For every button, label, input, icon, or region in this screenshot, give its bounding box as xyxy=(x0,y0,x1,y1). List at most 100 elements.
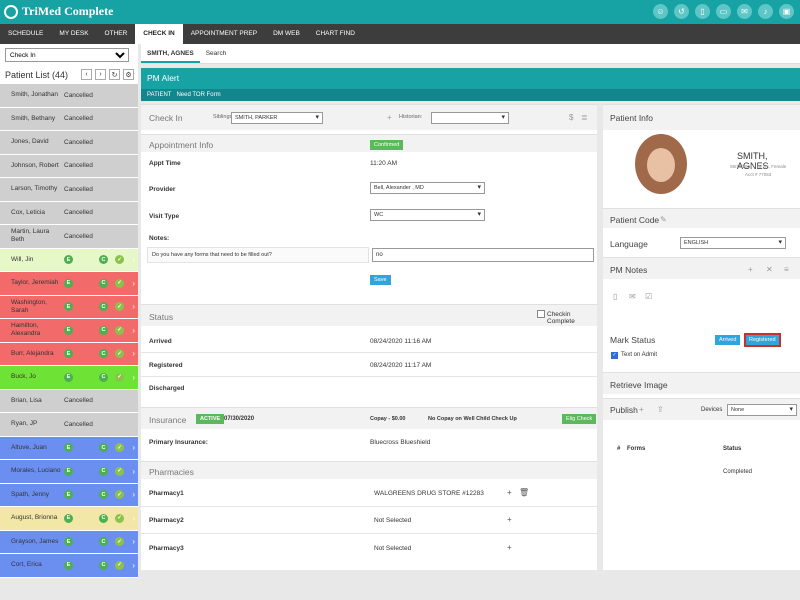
eligibility-badge-icon[interactable]: E xyxy=(64,372,73,382)
copay-badge-icon[interactable]: C xyxy=(99,255,108,265)
historian-select[interactable] xyxy=(431,112,509,124)
chevron-right-icon[interactable]: › xyxy=(132,279,135,288)
chevron-right-icon[interactable]: › xyxy=(132,255,135,264)
patient-row[interactable]: Taylor, Jeremiah E C ✓ › xyxy=(0,272,138,296)
copay-badge-icon[interactable]: C xyxy=(99,537,108,547)
chevron-right-icon[interactable]: › xyxy=(132,561,135,570)
copay-badge-icon[interactable]: C xyxy=(99,372,108,382)
check-badge-icon[interactable]: ✓ xyxy=(115,278,124,288)
delete-icon[interactable]: 🗑 xyxy=(519,488,529,497)
patient-row[interactable]: Burr, Alejandra E C ✓ › xyxy=(0,342,138,366)
next-icon[interactable]: › xyxy=(95,69,106,80)
copay-badge-icon[interactable]: C xyxy=(99,325,108,335)
patient-row[interactable]: Hamilton, Alexandra E C ✓ › xyxy=(0,319,138,343)
visit-type-select[interactable]: WC xyxy=(370,209,485,221)
bell-icon[interactable]: ♪ xyxy=(758,4,773,19)
chevron-right-icon[interactable]: › xyxy=(132,349,135,358)
user-icon[interactable]: ☺ xyxy=(653,4,668,19)
eligibility-badge-icon[interactable]: E xyxy=(64,537,73,547)
settings-icon[interactable]: ⚙ xyxy=(123,69,134,80)
copay-badge-icon[interactable]: C xyxy=(99,560,108,570)
patient-row[interactable]: Johnson, Robert Cancelled xyxy=(0,154,138,178)
check-badge-icon[interactable]: ✓ xyxy=(115,537,124,547)
chevron-right-icon[interactable]: › xyxy=(132,326,135,335)
copay-badge-icon[interactable]: C xyxy=(99,302,108,312)
copay-badge-icon[interactable]: C xyxy=(99,443,108,453)
patient-photo[interactable] xyxy=(635,134,687,194)
check-icon[interactable]: ☑ xyxy=(645,292,652,301)
siblings-select[interactable]: SMITH, PARKER xyxy=(231,112,323,124)
copay-badge-icon[interactable]: C xyxy=(99,466,108,476)
tab-check-in[interactable]: CHECK IN xyxy=(135,24,183,44)
tablet-icon[interactable]: ▭ xyxy=(716,4,731,19)
patient-row[interactable]: Smith, Bethany Cancelled xyxy=(0,107,138,131)
check-badge-icon[interactable]: ✓ xyxy=(115,302,124,312)
eligibility-badge-icon[interactable]: E xyxy=(64,443,73,453)
form-answer-input[interactable]: no xyxy=(372,248,594,262)
chevron-right-icon[interactable]: › xyxy=(132,490,135,499)
elig-check-button[interactable]: Elig Check xyxy=(562,414,597,424)
mail-icon[interactable]: ✉ xyxy=(629,292,636,301)
list-icon[interactable]: ≣ xyxy=(581,113,588,122)
add-note-icon[interactable]: + xyxy=(748,265,753,274)
tab-my-desk[interactable]: MY DESK xyxy=(51,24,96,44)
phone-icon[interactable]: ▯ xyxy=(695,4,710,19)
chevron-right-icon[interactable]: › xyxy=(132,514,135,523)
add-pharmacy-icon[interactable]: + xyxy=(507,515,512,524)
retrieve-image-title[interactable]: Retrieve Image xyxy=(610,380,668,390)
text-on-admit-checkbox[interactable]: ✓ xyxy=(611,352,618,359)
eligibility-badge-icon[interactable]: E xyxy=(64,349,73,359)
check-badge-icon[interactable]: ✓ xyxy=(115,349,124,359)
lock-icon[interactable]: ▣ xyxy=(779,4,794,19)
patient-row[interactable]: August, Brionna E C ✓ › xyxy=(0,507,138,531)
phone-icon[interactable]: ▯ xyxy=(613,292,617,301)
mail-icon[interactable]: ✉ xyxy=(737,4,752,19)
provider-select[interactable]: Bell, Alexander , MD xyxy=(370,182,485,194)
history-icon[interactable]: ↺ xyxy=(674,4,689,19)
chevron-right-icon[interactable]: › xyxy=(132,443,135,452)
view-select[interactable]: Check In xyxy=(5,48,129,62)
language-select[interactable]: ENGLISH xyxy=(680,237,786,249)
menu-icon[interactable]: ≡ xyxy=(784,265,789,274)
plus-icon[interactable]: + xyxy=(387,113,392,122)
eligibility-badge-icon[interactable]: E xyxy=(64,278,73,288)
registered-button[interactable]: Registered xyxy=(744,333,781,347)
check-badge-icon[interactable]: ✓ xyxy=(115,560,124,570)
prev-icon[interactable]: ‹ xyxy=(81,69,92,80)
eligibility-badge-icon[interactable]: E xyxy=(64,513,73,523)
tab-schedule[interactable]: SCHEDULE xyxy=(0,24,51,44)
eligibility-badge-icon[interactable]: E xyxy=(64,255,73,265)
check-badge-icon[interactable]: ✓ xyxy=(115,325,124,335)
edit-icon[interactable]: ✎ xyxy=(660,215,667,224)
app-logo[interactable]: TriMed Complete xyxy=(4,4,113,19)
patient-row[interactable]: Will, Jin E C ✓ › xyxy=(0,248,138,272)
tab-patient[interactable]: SMITH, AGNES xyxy=(141,44,200,63)
add-pharmacy-icon[interactable]: + xyxy=(507,543,512,552)
check-badge-icon[interactable]: ✓ xyxy=(115,372,124,382)
patient-row[interactable]: Altuve, Juan E C ✓ › xyxy=(0,436,138,460)
patient-row[interactable]: Jones, David Cancelled xyxy=(0,131,138,155)
arrived-button[interactable]: Arrived xyxy=(715,335,741,345)
chevron-right-icon[interactable]: › xyxy=(132,537,135,546)
copay-badge-icon[interactable]: C xyxy=(99,490,108,500)
add-pharmacy-icon[interactable]: + xyxy=(507,488,512,497)
patient-row[interactable]: Cort, Erica E C ✓ › xyxy=(0,554,138,578)
close-icon[interactable]: ✕ xyxy=(766,265,773,274)
patient-row[interactable]: Martin, Laura Beth Cancelled xyxy=(0,225,138,249)
tab-chart-find[interactable]: CHART FIND xyxy=(308,24,363,44)
tab-search[interactable]: Search xyxy=(200,44,233,63)
patient-row[interactable]: Smith, Jonathan Cancelled xyxy=(0,84,138,108)
tab-other[interactable]: OTHER xyxy=(97,24,136,44)
check-badge-icon[interactable]: ✓ xyxy=(115,443,124,453)
chevron-right-icon[interactable]: › xyxy=(132,373,135,382)
patient-row[interactable]: Grayson, James E C ✓ › xyxy=(0,530,138,554)
check-badge-icon[interactable]: ✓ xyxy=(115,513,124,523)
add-icon[interactable]: + xyxy=(639,405,644,414)
copay-badge-icon[interactable]: C xyxy=(99,349,108,359)
tab-dm-web[interactable]: DM WEB xyxy=(265,24,308,44)
eligibility-badge-icon[interactable]: E xyxy=(64,490,73,500)
patient-row[interactable]: Brian, Lisa Cancelled xyxy=(0,389,138,413)
patient-row[interactable]: Cox, Leticia Cancelled xyxy=(0,201,138,225)
refresh-icon[interactable]: ↻ xyxy=(109,69,120,80)
check-badge-icon[interactable]: ✓ xyxy=(115,255,124,265)
